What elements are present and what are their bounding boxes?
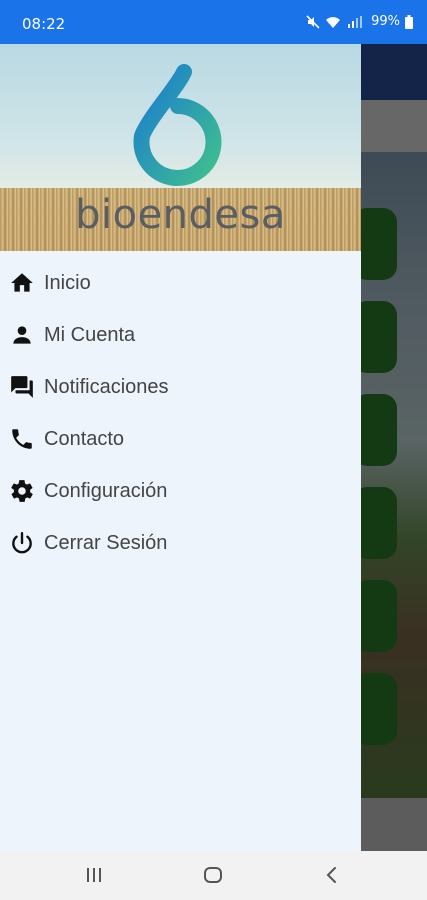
menu-item-contacto[interactable]: Contacto bbox=[0, 413, 361, 465]
menu-item-configuracion[interactable]: Configuración bbox=[0, 465, 361, 517]
home-nav-icon[interactable] bbox=[202, 864, 224, 891]
menu-item-cerrar-sesion[interactable]: Cerrar Sesión bbox=[0, 517, 361, 569]
power-icon bbox=[8, 529, 36, 557]
wifi-icon bbox=[325, 15, 341, 29]
back-icon[interactable] bbox=[322, 864, 342, 891]
menu-item-inicio[interactable]: Inicio bbox=[0, 257, 361, 309]
menu-item-label: Configuración bbox=[44, 479, 168, 502]
brand-name: bioendesa bbox=[75, 192, 286, 238]
battery-icon bbox=[405, 14, 413, 29]
navigation-drawer: bioendesa Inicio Mi Cuenta Notificacione… bbox=[0, 44, 361, 851]
menu-item-notificaciones[interactable]: Notificaciones bbox=[0, 361, 361, 413]
bioendesa-logo-icon bbox=[133, 64, 222, 186]
status-bar: 08:22 99% bbox=[0, 0, 427, 44]
menu-item-label: Contacto bbox=[44, 427, 125, 450]
drawer-scrim[interactable] bbox=[361, 44, 427, 851]
recents-icon[interactable] bbox=[84, 864, 104, 891]
battery-percent: 99% bbox=[371, 14, 400, 29]
phone-icon bbox=[8, 425, 36, 453]
status-time: 08:22 bbox=[22, 15, 66, 33]
signal-icon bbox=[346, 15, 366, 29]
mute-icon bbox=[306, 14, 320, 29]
menu-item-label: Inicio bbox=[44, 271, 91, 294]
menu-item-label: Notificaciones bbox=[44, 375, 169, 398]
menu-item-label: Cerrar Sesión bbox=[44, 531, 168, 554]
home-icon bbox=[8, 269, 36, 297]
gear-icon bbox=[8, 477, 36, 505]
person-icon bbox=[8, 321, 36, 349]
menu-item-mi-cuenta[interactable]: Mi Cuenta bbox=[0, 309, 361, 361]
menu-item-label: Mi Cuenta bbox=[44, 323, 136, 346]
drawer-menu: Inicio Mi Cuenta Notificaciones Contacto… bbox=[0, 251, 361, 569]
chat-icon bbox=[8, 373, 36, 401]
status-icons: 99% bbox=[306, 14, 413, 29]
system-nav-bar bbox=[0, 851, 427, 900]
drawer-header: bioendesa bbox=[0, 44, 361, 251]
